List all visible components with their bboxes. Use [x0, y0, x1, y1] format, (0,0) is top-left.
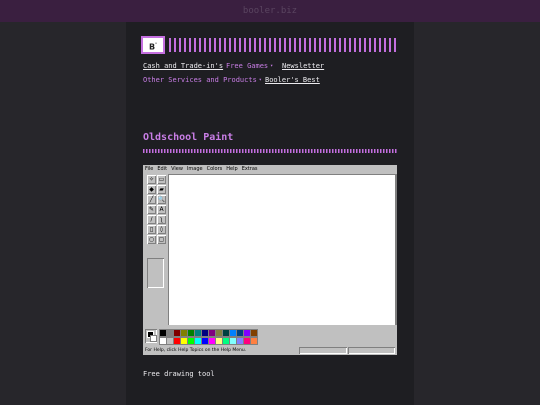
background-color	[150, 335, 157, 342]
status-cell-size	[348, 347, 395, 354]
menu-colors[interactable]: Colors	[207, 166, 223, 172]
menu-image[interactable]: Image	[187, 166, 203, 172]
rectangle-icon[interactable]: ▯	[147, 225, 156, 234]
paint-app-window[interactable]: File Edit View Image Colors Help Extras ✧ ▭ ◆ …	[143, 165, 397, 355]
menu-view[interactable]: View	[171, 166, 183, 172]
select-icon[interactable]: ▭	[157, 175, 166, 184]
nav-boolers-best[interactable]: Booler's Best	[265, 76, 320, 84]
ellipse-icon[interactable]: ○	[147, 235, 156, 244]
decorative-stripes	[169, 38, 397, 52]
menu-extras[interactable]: Extras	[242, 166, 258, 172]
nav-newsletter[interactable]: Newsletter	[282, 62, 324, 70]
site-name[interactable]: booler.biz	[243, 6, 297, 16]
fill-icon[interactable]: ▰	[157, 185, 166, 194]
palette-swatch[interactable]	[250, 329, 258, 337]
chevron-down-icon: ▾	[270, 63, 274, 69]
rounded-rectangle-icon[interactable]: ▢	[157, 235, 166, 244]
text-icon[interactable]: A	[157, 205, 166, 214]
canvas-frame	[168, 174, 397, 325]
menu-edit[interactable]: Edit	[157, 166, 167, 172]
paint-toolbox: ✧ ▭ ◆ ▰ ╱ 🔍 ✎ A ∕ ʅ ▯ ◊ ○ ▢	[145, 175, 167, 315]
site-header: booler.biz	[0, 0, 540, 22]
drawing-canvas[interactable]	[169, 175, 395, 325]
chevron-down-icon: ▾	[258, 77, 262, 83]
page-title: Oldschool Paint	[143, 132, 234, 143]
title-divider	[143, 149, 397, 153]
current-colors	[145, 329, 157, 343]
menu-help[interactable]: Help	[226, 166, 237, 172]
line-icon[interactable]: ∕	[147, 215, 156, 224]
logo-bar: B°	[141, 36, 397, 54]
color-palette	[143, 327, 397, 345]
nav-other-services[interactable]: Other Services and Products ▾	[143, 76, 262, 84]
menu-file[interactable]: File	[145, 166, 153, 172]
polygon-icon[interactable]: ◊	[157, 225, 166, 234]
tool-options-box[interactable]	[147, 258, 164, 288]
status-cell-position	[299, 347, 347, 354]
curve-icon[interactable]: ʅ	[157, 215, 166, 224]
magnifier-icon[interactable]: 🔍	[157, 195, 166, 204]
paint-statusbar: For Help, click Help Topics on the Help …	[143, 346, 397, 355]
eraser-icon[interactable]: ◆	[147, 185, 156, 194]
paint-menubar: File Edit View Image Colors Help Extras	[143, 165, 397, 174]
nav-free-games[interactable]: Free Games ▾	[226, 62, 273, 70]
status-text: For Help, click Help Topics on the Help …	[145, 348, 247, 353]
nav-cash-trade-ins[interactable]: Cash and Trade-in's	[143, 62, 223, 70]
pencil-icon[interactable]: ✎	[147, 205, 156, 214]
page-description: Free drawing tool	[143, 370, 215, 378]
site-logo[interactable]: B°	[141, 36, 165, 54]
color-picker-icon[interactable]: ╱	[147, 195, 156, 204]
free-select-icon[interactable]: ✧	[147, 175, 156, 184]
palette-swatch[interactable]	[250, 337, 258, 345]
